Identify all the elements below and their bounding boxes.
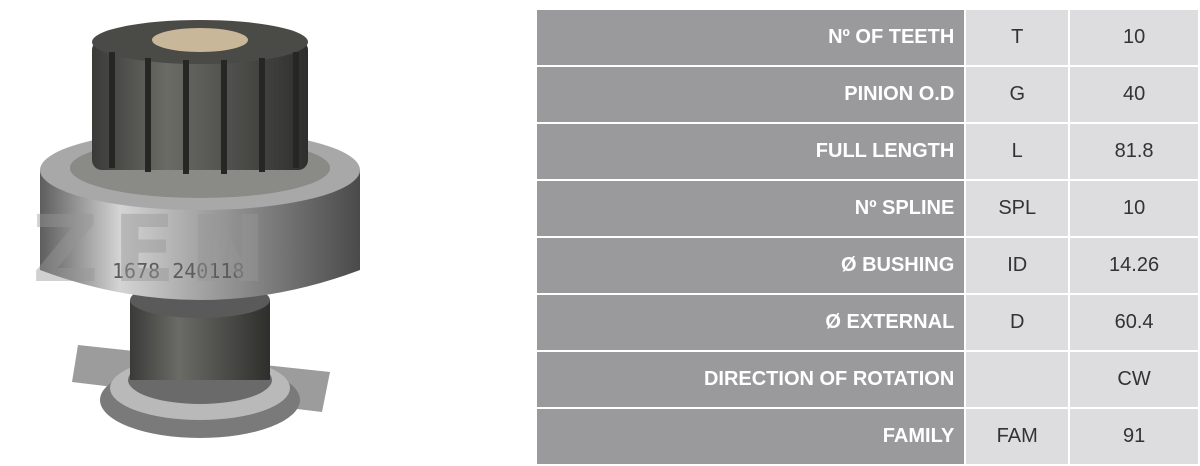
spec-row: FAMILY FAM 91 <box>534 407 1200 466</box>
spec-label: FAMILY <box>534 407 967 466</box>
spec-value: 10 <box>1068 8 1200 67</box>
spec-row: Ø BUSHING ID 14.26 <box>534 236 1200 295</box>
spec-code: L <box>964 122 1071 181</box>
spec-value: 10 <box>1068 179 1200 238</box>
spec-code: ID <box>964 236 1071 295</box>
spec-label: FULL LENGTH <box>534 122 967 181</box>
spec-code: FAM <box>964 407 1071 466</box>
spec-row: Nº OF TEETH T 10 <box>534 8 1200 67</box>
spec-row: Nº SPLINE SPL 10 <box>534 179 1200 238</box>
spec-row: Ø EXTERNAL D 60.4 <box>534 293 1200 352</box>
spec-code: SPL <box>964 179 1071 238</box>
starter-pinion-illustration: 1678 240118 <box>40 20 360 438</box>
spec-row: PINION O.D G 40 <box>534 65 1200 124</box>
spec-label: Nº OF TEETH <box>534 8 967 67</box>
spec-value: 60.4 <box>1068 293 1200 352</box>
spec-value: 14.26 <box>1068 236 1200 295</box>
spec-value: 40 <box>1068 65 1200 124</box>
spec-label: Ø EXTERNAL <box>534 293 967 352</box>
spec-label: PINION O.D <box>534 65 967 124</box>
spec-code: D <box>964 293 1071 352</box>
spec-label: Nº SPLINE <box>534 179 967 238</box>
spec-code: T <box>964 8 1071 67</box>
spec-row: FULL LENGTH L 81.8 <box>534 122 1200 181</box>
spec-row: DIRECTION OF ROTATION CW <box>534 350 1200 409</box>
spec-label: Ø BUSHING <box>534 236 967 295</box>
spec-code <box>964 350 1071 409</box>
spec-code: G <box>964 65 1071 124</box>
spec-value: 81.8 <box>1068 122 1200 181</box>
spec-value: 91 <box>1068 407 1200 466</box>
stamp-marking: 1678 240118 <box>112 259 244 283</box>
product-image: 1678 240118 ZEN <box>0 0 420 466</box>
spec-value: CW <box>1068 350 1200 409</box>
specs-table: Nº OF TEETH T 10 PINION O.D G 40 FULL LENGTH L 8… <box>534 8 1200 466</box>
spec-label: DIRECTION OF ROTATION <box>534 350 967 409</box>
